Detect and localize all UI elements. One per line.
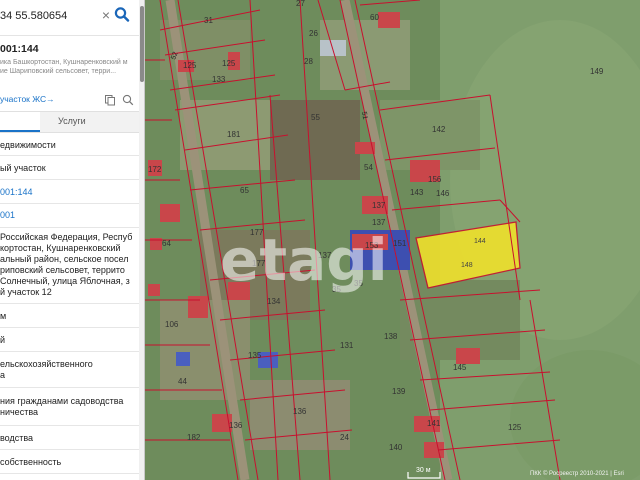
object-header: 001:144 ика Башкортостан, Кушнаренковски… xyxy=(0,37,139,111)
property-value: й xyxy=(0,335,6,345)
plot-number: 133 xyxy=(212,75,226,84)
pin-icon[interactable] xyxy=(122,94,134,106)
plot-number: 141 xyxy=(427,419,441,428)
property-value-line: ельскохозяйственного xyxy=(0,359,93,369)
info-panel: 34 55.580654 × 001:144 ика Башкортостан,… xyxy=(0,0,145,480)
plot-number: 182 xyxy=(187,433,201,442)
plot-number: 142 xyxy=(432,125,446,134)
map-app: { "search": { "value": "34 55.580654", "… xyxy=(0,0,640,480)
property-value-line: а xyxy=(0,370,6,380)
plot-number: 26 xyxy=(309,29,318,38)
plot-number: 134 xyxy=(267,297,281,306)
tab-info[interactable] xyxy=(0,112,40,132)
plot-number: 139 xyxy=(392,387,406,396)
address-line: ие Шариповский сельсовет, терри... xyxy=(0,68,117,75)
plot-number: 125 xyxy=(508,423,522,432)
plot-number: 60 xyxy=(370,13,379,22)
property-link[interactable]: 001:144 xyxy=(0,187,139,198)
property-value-line: ничества xyxy=(0,407,38,417)
property-row: ельскохозяйственного а xyxy=(0,352,139,388)
plot-number: 144 xyxy=(474,238,486,245)
plot-number: 172 xyxy=(148,165,162,174)
property-row: м xyxy=(0,304,139,328)
plot-number: 125 xyxy=(183,61,197,70)
panel-tabs: Услуги xyxy=(0,111,139,133)
plot-number: 64 xyxy=(162,239,171,248)
watermark: etagi xyxy=(220,226,388,294)
property-row: ый участок xyxy=(0,156,139,180)
plot-number: 31 xyxy=(204,16,213,25)
plot-number: 131 xyxy=(340,341,354,350)
property-row[interactable]: 001 xyxy=(0,204,139,228)
property-value: водства xyxy=(0,433,34,443)
plot-number: 137 xyxy=(372,201,386,210)
object-actions: участок ЖС→ xyxy=(0,93,139,107)
plot-number: 27 xyxy=(296,0,305,8)
plot-number: 149 xyxy=(590,67,604,76)
plot-number: 145 xyxy=(453,363,467,372)
plot-number: 156 xyxy=(428,175,442,184)
plot-number: 138 xyxy=(384,332,398,341)
search-bar: 34 55.580654 × xyxy=(0,0,144,36)
property-value: едвижимости xyxy=(0,140,56,150)
map-copyright: ПКК © Росреестр 2010-2021 | Esri xyxy=(530,471,624,477)
property-value-line: й участок 12 xyxy=(0,287,52,297)
street-number: 51 xyxy=(360,111,368,120)
property-value-line: кортостан, Кушнаренковский xyxy=(0,243,121,253)
property-row[interactable]: 001:144 xyxy=(0,180,139,204)
plot-number: 28 xyxy=(304,57,313,66)
property-row: й xyxy=(0,328,139,352)
parcel-type-link[interactable]: участок ЖС→ xyxy=(0,94,55,104)
property-row: едвижимости xyxy=(0,134,139,156)
property-value-line: альный район, сельское посел xyxy=(0,254,129,264)
object-cadastral-number: 001:144 xyxy=(0,43,39,55)
property-value-line: риповский сельсовет, террито xyxy=(0,265,125,275)
object-properties: едвижимости ый участок 001:144 001 Росси… xyxy=(0,134,139,474)
plot-number: 136 xyxy=(293,407,307,416)
property-row: Российская Федерация, Респуб кортостан, … xyxy=(0,228,139,304)
plot-number: 54 xyxy=(364,163,373,172)
search-icon[interactable] xyxy=(114,5,130,25)
plot-number: 55 xyxy=(311,113,320,122)
plot-number: 106 xyxy=(165,320,179,329)
object-address: ика Башкортостан, Кушнаренковский м ие Ш… xyxy=(0,58,139,76)
property-value-line: Солнечный, улица Яблочная, з xyxy=(0,276,130,286)
property-value-line: Российская Федерация, Респуб xyxy=(0,232,133,242)
clear-search-button[interactable]: × xyxy=(100,7,112,23)
plot-number: 148 xyxy=(461,262,473,269)
plot-number: 135 xyxy=(248,351,262,360)
plot-number: 140 xyxy=(389,443,403,452)
copy-icon[interactable] xyxy=(104,94,116,106)
plot-number: 44 xyxy=(178,377,187,386)
plot-number: 125 xyxy=(222,59,236,68)
plot-number: 181 xyxy=(227,130,241,139)
plot-number: 65 xyxy=(240,186,249,195)
property-value-line: ния гражданами садоводства xyxy=(0,396,124,406)
plot-number: 136 xyxy=(229,421,243,430)
property-row: водства xyxy=(0,426,139,450)
scale-label: 30 м xyxy=(416,467,431,474)
property-value: ый участок xyxy=(0,163,46,173)
plot-number: 143 xyxy=(410,188,424,197)
property-value: собственность xyxy=(0,457,62,467)
scrollbar-thumb[interactable] xyxy=(140,6,144,82)
property-row: ния гражданами садоводства ничества xyxy=(0,388,139,426)
plot-number: 24 xyxy=(340,433,349,442)
property-link[interactable]: 001 xyxy=(0,210,139,221)
property-row: собственность xyxy=(0,450,139,474)
plot-number: 146 xyxy=(436,189,450,198)
search-input[interactable]: 34 55.580654 xyxy=(0,10,67,22)
address-line: ика Башкортостан, Кушнаренковский м xyxy=(0,59,128,66)
plot-number: 151 xyxy=(393,239,407,248)
panel-scrollbar[interactable] xyxy=(139,0,144,480)
tab-services[interactable]: Услуги xyxy=(58,116,86,126)
property-value: м xyxy=(0,311,7,321)
